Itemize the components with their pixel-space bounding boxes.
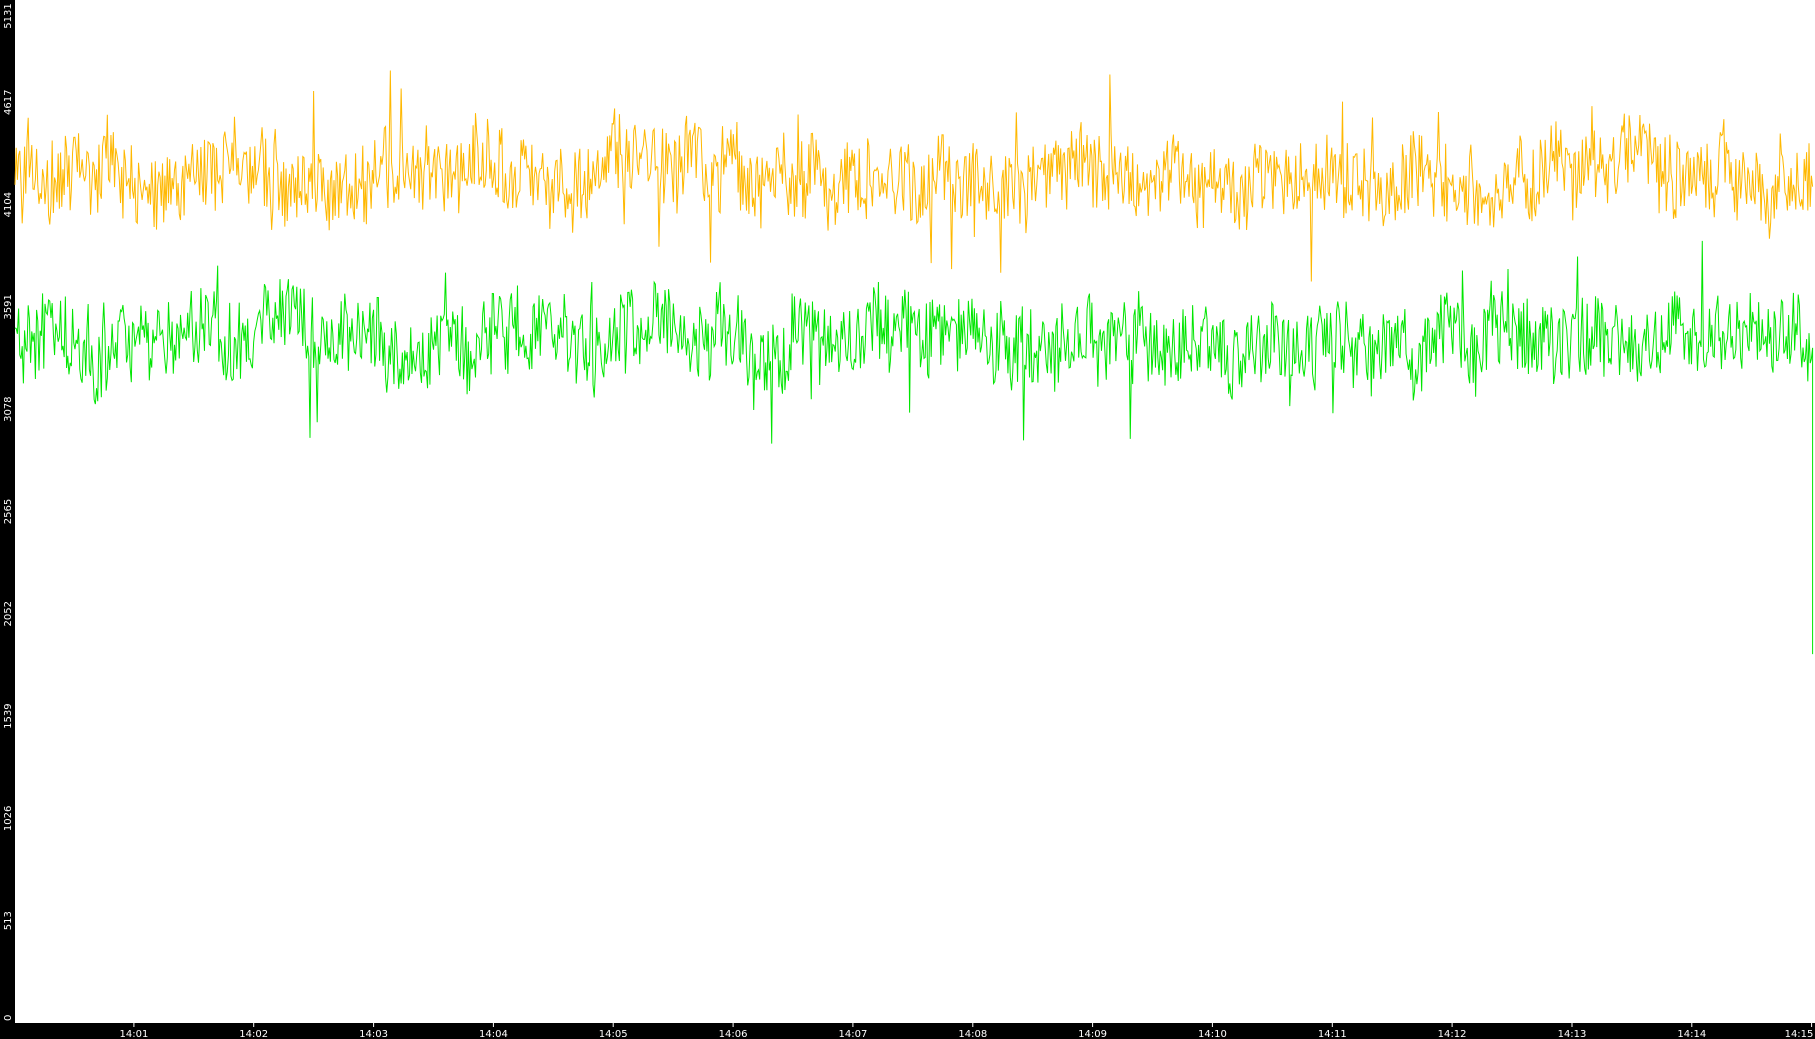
y-tick-label: 513 — [3, 911, 14, 930]
x-tick-label: 14:10 — [1198, 1029, 1227, 1039]
x-tick-label: 14:04 — [479, 1029, 508, 1039]
x-axis: 14:01 14:02 14:03 14:04 14:05 14:06 14:07 14:08… — [119, 1023, 1813, 1039]
x-tick-label: 14:02 — [239, 1029, 268, 1039]
x-tick-label: 14:03 — [359, 1029, 388, 1039]
line-chart: 0 513 1026 1539 2052 2565 3078 3591 4104 4617 5131… — [3, 0, 1815, 1039]
x-tick-label: 14:07 — [838, 1029, 867, 1039]
y-tick-label: 5131 — [3, 3, 14, 28]
x-tick-label: 14:15 — [1785, 1029, 1814, 1039]
y-tick-label: 2052 — [3, 601, 14, 626]
chart-frame: 0 513 1026 1539 2052 2565 3078 3591 4104 4617 5131… — [0, 0, 1815, 1039]
y-tick-label: 1026 — [3, 806, 14, 831]
x-tick-label: 14:09 — [1078, 1029, 1107, 1039]
y-tick-label: 3078 — [3, 396, 14, 421]
y-tick-label: 2565 — [3, 499, 14, 524]
y-tick-label: 3591 — [3, 294, 14, 319]
y-axis: 0 513 1026 1539 2052 2565 3078 3591 4104 4617 5131 — [3, 3, 14, 1021]
x-tick-label: 14:01 — [119, 1029, 148, 1039]
x-tick-label: 14:14 — [1677, 1029, 1706, 1039]
y-tick-label: 1539 — [3, 703, 14, 728]
y-tick-label: 0 — [3, 1015, 14, 1021]
y-tick-label: 4104 — [3, 192, 14, 217]
y-tick-label: 4617 — [3, 90, 14, 115]
x-tick-label: 14:11 — [1318, 1029, 1347, 1039]
x-tick-label: 14:06 — [719, 1029, 748, 1039]
x-tick-label: 14:13 — [1558, 1029, 1587, 1039]
x-tick-label: 14:05 — [599, 1029, 628, 1039]
x-tick-label: 14:12 — [1438, 1029, 1467, 1039]
x-tick-label: 14:08 — [958, 1029, 987, 1039]
